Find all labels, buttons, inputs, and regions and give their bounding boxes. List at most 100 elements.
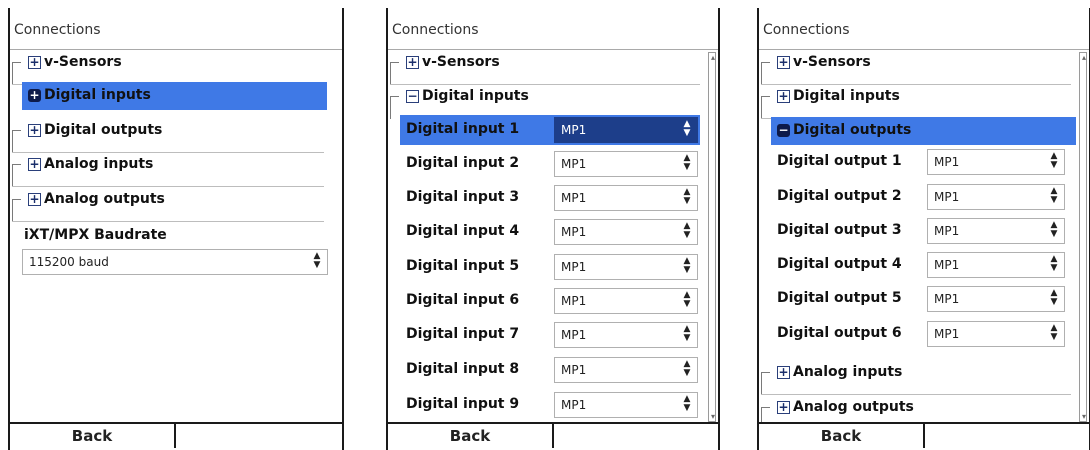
tree-node-label: v-Sensors: [793, 54, 871, 70]
digital-input-label: Digital input 2: [406, 155, 520, 171]
minus-icon[interactable]: −: [777, 124, 790, 137]
tree-node-analog-inputs[interactable]: + Analog inputs: [759, 360, 1077, 395]
select-value: MP1: [561, 398, 587, 412]
plus-icon[interactable]: +: [28, 56, 41, 69]
tree-node-digital-outputs[interactable]: − Digital outputs: [759, 118, 1077, 146]
select-value: MP1: [934, 327, 960, 341]
select-value: MP1: [561, 123, 587, 137]
divider: [12, 221, 324, 222]
tree-node-digital-inputs[interactable]: + Digital inputs: [759, 84, 1077, 119]
tree-node-digital-inputs[interactable]: − Digital inputs: [388, 84, 706, 119]
digital-input-label: Digital input 1: [406, 121, 520, 137]
back-button[interactable]: Back: [388, 424, 554, 448]
plus-icon[interactable]: +: [28, 89, 41, 102]
scrollbar[interactable]: ▴ ▾: [708, 52, 716, 422]
tree-node-label: Digital inputs: [793, 88, 900, 104]
plus-icon[interactable]: +: [777, 90, 790, 103]
tree-connector: [390, 62, 399, 85]
baudrate-label: iXT/MPX Baudrate: [24, 227, 167, 243]
tree-connector: [12, 164, 21, 187]
digital-input-select[interactable]: MP1 ▲ ▼: [554, 254, 698, 280]
up-down-arrows-icon: ▲ ▼: [1050, 151, 1058, 170]
digital-input-label: Digital input 4: [406, 223, 520, 239]
softkey-button[interactable]: [927, 424, 1089, 448]
tree-node-v-sensors[interactable]: + v-Sensors: [388, 50, 706, 85]
digital-output-select[interactable]: MP1 ▲ ▼: [927, 218, 1065, 244]
digital-input-label: Digital input 3: [406, 189, 520, 205]
select-value: MP1: [561, 328, 587, 342]
scroll-down-icon[interactable]: ▾: [709, 412, 717, 421]
plus-icon[interactable]: +: [777, 366, 790, 379]
scroll-up-icon[interactable]: ▴: [1080, 53, 1088, 62]
tree-connector: [761, 62, 770, 85]
digital-input-select[interactable]: MP1 ▲ ▼: [554, 117, 698, 143]
tree-node-analog-inputs[interactable]: + Analog inputs: [10, 152, 330, 187]
up-down-arrows-icon: ▲ ▼: [1050, 254, 1058, 273]
digital-output-label: Digital output 6: [777, 325, 902, 341]
digital-input-select[interactable]: MP1 ▲ ▼: [554, 185, 698, 211]
select-value: MP1: [934, 155, 960, 169]
digital-input-select[interactable]: MP1 ▲ ▼: [554, 392, 698, 418]
back-button[interactable]: Back: [759, 424, 925, 448]
scroll-down-icon[interactable]: ▾: [1080, 412, 1088, 421]
digital-output-select[interactable]: MP1 ▲ ▼: [927, 149, 1065, 175]
plus-icon[interactable]: +: [777, 401, 790, 414]
digital-output-label: Digital output 1: [777, 153, 902, 169]
connections-screen-2: Connections + v-Sensors − Digital inputs…: [386, 8, 720, 450]
tree-node-analog-outputs[interactable]: + Analog outputs: [10, 187, 330, 222]
digital-output-select[interactable]: MP1 ▲ ▼: [927, 321, 1065, 347]
bottom-bar: Back: [759, 422, 1089, 450]
select-value: MP1: [561, 260, 587, 274]
up-down-arrows-icon: ▲ ▼: [683, 290, 691, 309]
connections-screen-3: Connections + v-Sensors + Digital inputs…: [757, 8, 1090, 450]
minus-icon[interactable]: −: [406, 90, 419, 103]
tree-node-v-sensors[interactable]: + v-Sensors: [10, 50, 330, 85]
tree-connector: [761, 96, 770, 119]
plus-icon[interactable]: +: [28, 193, 41, 206]
up-down-arrows-icon: ▲ ▼: [1050, 220, 1058, 239]
select-value: MP1: [561, 225, 587, 239]
tree-connector: [12, 62, 21, 85]
softkey-button[interactable]: [178, 424, 342, 448]
softkey-button[interactable]: [556, 424, 718, 448]
bottom-bar: Back: [388, 422, 718, 450]
up-down-arrows-icon: ▲ ▼: [683, 119, 691, 138]
digital-input-select[interactable]: MP1 ▲ ▼: [554, 151, 698, 177]
select-value: MP1: [561, 363, 587, 377]
tree-node-digital-outputs[interactable]: + Digital outputs: [10, 118, 330, 153]
digital-input-select[interactable]: MP1 ▲ ▼: [554, 288, 698, 314]
digital-output-select[interactable]: MP1 ▲ ▼: [927, 252, 1065, 278]
digital-output-select[interactable]: MP1 ▲ ▼: [927, 286, 1065, 312]
select-value: MP1: [561, 191, 587, 205]
tree-node-digital-inputs[interactable]: + Digital inputs: [10, 83, 330, 111]
back-button[interactable]: Back: [10, 424, 176, 448]
up-down-arrows-icon: ▲ ▼: [1050, 288, 1058, 307]
scroll-up-icon[interactable]: ▴: [709, 53, 717, 62]
digital-input-select[interactable]: MP1 ▲ ▼: [554, 357, 698, 383]
tree-node-analog-outputs[interactable]: + Analog outputs: [759, 395, 1077, 430]
tree-node-label: Digital inputs: [44, 87, 151, 103]
up-down-arrows-icon: ▲ ▼: [683, 153, 691, 172]
tree-node-label: Analog outputs: [793, 399, 914, 415]
plus-icon[interactable]: +: [406, 56, 419, 69]
plus-icon[interactable]: +: [28, 124, 41, 137]
up-down-arrows-icon: ▲ ▼: [683, 394, 691, 413]
tree-node-label: v-Sensors: [422, 54, 500, 70]
connections-screen-1: Connections + v-Sensors + Digital inputs…: [8, 8, 344, 450]
page-title: Connections: [392, 22, 479, 38]
digital-input-select[interactable]: MP1 ▲ ▼: [554, 219, 698, 245]
plus-icon[interactable]: +: [777, 56, 790, 69]
tree-node-label: Analog outputs: [44, 191, 165, 207]
tree-node-v-sensors[interactable]: + v-Sensors: [759, 50, 1077, 85]
page-title: Connections: [14, 22, 101, 38]
digital-input-select[interactable]: MP1 ▲ ▼: [554, 322, 698, 348]
select-value: MP1: [934, 258, 960, 272]
tree-connector: [12, 130, 21, 153]
up-down-arrows-icon: ▲ ▼: [683, 324, 691, 343]
plus-icon[interactable]: +: [28, 158, 41, 171]
scrollbar[interactable]: ▴ ▾: [1079, 52, 1087, 422]
baudrate-select[interactable]: 115200 baud ▲ ▼: [22, 249, 328, 275]
tree-node-label: Digital inputs: [422, 88, 529, 104]
baudrate-value: 115200 baud: [29, 255, 109, 269]
digital-output-select[interactable]: MP1 ▲ ▼: [927, 184, 1065, 210]
